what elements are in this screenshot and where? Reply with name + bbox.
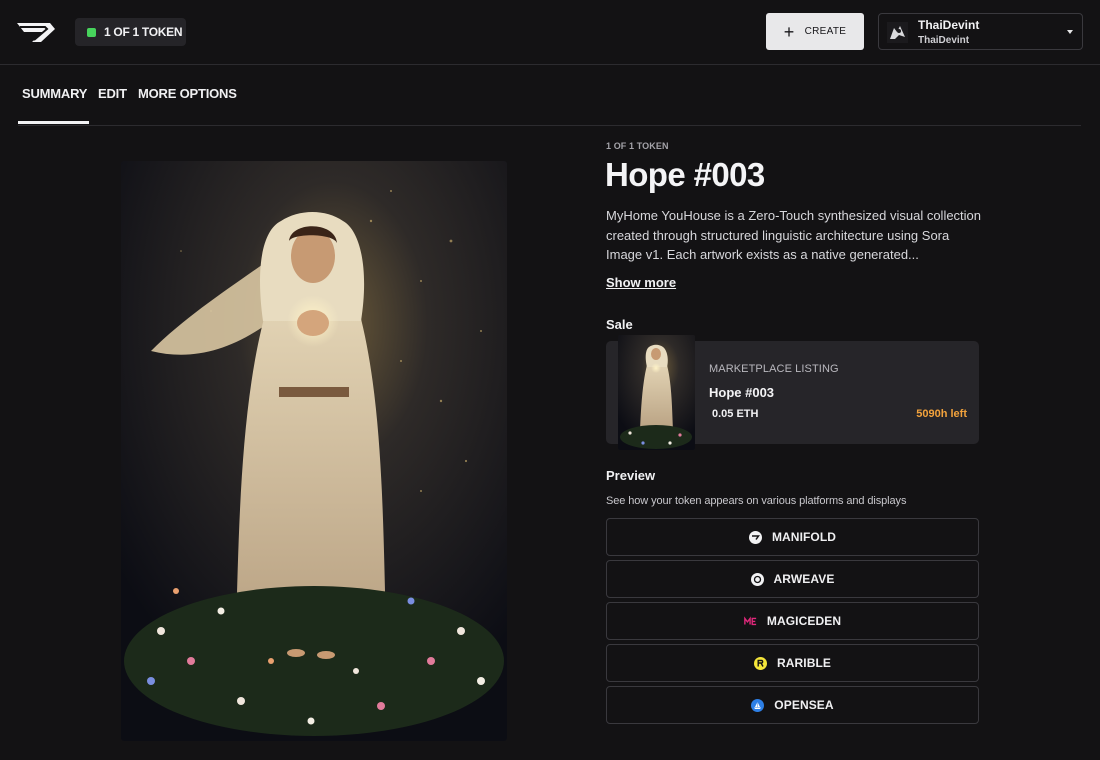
- manifold-icon: [748, 530, 762, 544]
- magiceden-icon: [744, 615, 757, 628]
- marketplace-listing-card[interactable]: MARKETPLACE LISTING Hope #003 0.05 ETH 5…: [606, 335, 979, 450]
- arweave-icon: [750, 572, 764, 586]
- plus-icon: +: [783, 21, 795, 42]
- tab-summary[interactable]: SUMMARY: [17, 86, 90, 124]
- preview-manifold-label: MANIFOLD: [771, 530, 837, 544]
- preview-arweave-button[interactable]: ARWEAVE: [606, 560, 979, 598]
- preview-subtitle: See how your token appears on various pl…: [606, 495, 907, 507]
- listing-type-label: MARKETPLACE LISTING: [709, 363, 839, 375]
- preview-heading: Preview: [606, 468, 656, 483]
- listing-price: 0.05 ETH: [712, 408, 759, 420]
- create-button[interactable]: + CREATE: [766, 13, 864, 50]
- account-name: ThaiDevint: [918, 18, 980, 32]
- preview-magiceden-button[interactable]: MAGICEDEN: [606, 602, 979, 640]
- preview-opensea-button[interactable]: OPENSEA: [606, 686, 979, 724]
- account-handle: ThaiDevint: [918, 35, 970, 46]
- preview-manifold-button[interactable]: MANIFOLD: [606, 518, 979, 556]
- token-description: MyHome YouHouse is a Zero-Touch synthesi…: [606, 208, 982, 262]
- artwork-image: [121, 161, 507, 741]
- chevron-down-icon: [1067, 30, 1073, 34]
- listing-time-left: 5090h left: [916, 408, 967, 420]
- account-dropdown[interactable]: ThaiDevint ThaiDevint: [878, 13, 1083, 50]
- listing-token-name: Hope #003: [709, 385, 775, 400]
- tab-edit[interactable]: EDIT: [98, 86, 127, 101]
- avatar: [887, 22, 908, 43]
- create-button-label: CREATE: [804, 26, 847, 37]
- token-status-dot: [87, 27, 96, 37]
- preview-rarible-label: RARIBLE: [776, 656, 832, 670]
- token-tabs: SUMMARY EDIT MORE OPTIONS: [17, 64, 1081, 126]
- listing-thumbnail: [618, 335, 695, 450]
- preview-arweave-label: ARWEAVE: [773, 572, 835, 586]
- manifold-logo-icon[interactable]: [14, 18, 58, 46]
- top-bar: 1 OF 1 TOKEN + CREATE ThaiDevint ThaiDev…: [0, 0, 1100, 65]
- preview-rarible-button[interactable]: RARIBLE: [606, 644, 979, 682]
- token-type-label: 1 OF 1 TOKEN: [104, 25, 183, 39]
- token-type-eyebrow: 1 OF 1 TOKEN: [606, 141, 669, 151]
- show-more-link[interactable]: Show more: [606, 275, 676, 290]
- tab-more-options[interactable]: MORE OPTIONS: [138, 86, 237, 101]
- preview-opensea-label: OPENSEA: [774, 698, 834, 712]
- rarible-icon: [753, 656, 767, 670]
- token-title: Hope #003: [605, 156, 765, 193]
- sale-heading: Sale: [606, 317, 633, 332]
- preview-magiceden-label: MAGICEDEN: [766, 614, 842, 628]
- token-artwork[interactable]: [121, 161, 507, 741]
- token-type-badge: 1 OF 1 TOKEN: [75, 18, 186, 46]
- opensea-icon: [751, 698, 765, 712]
